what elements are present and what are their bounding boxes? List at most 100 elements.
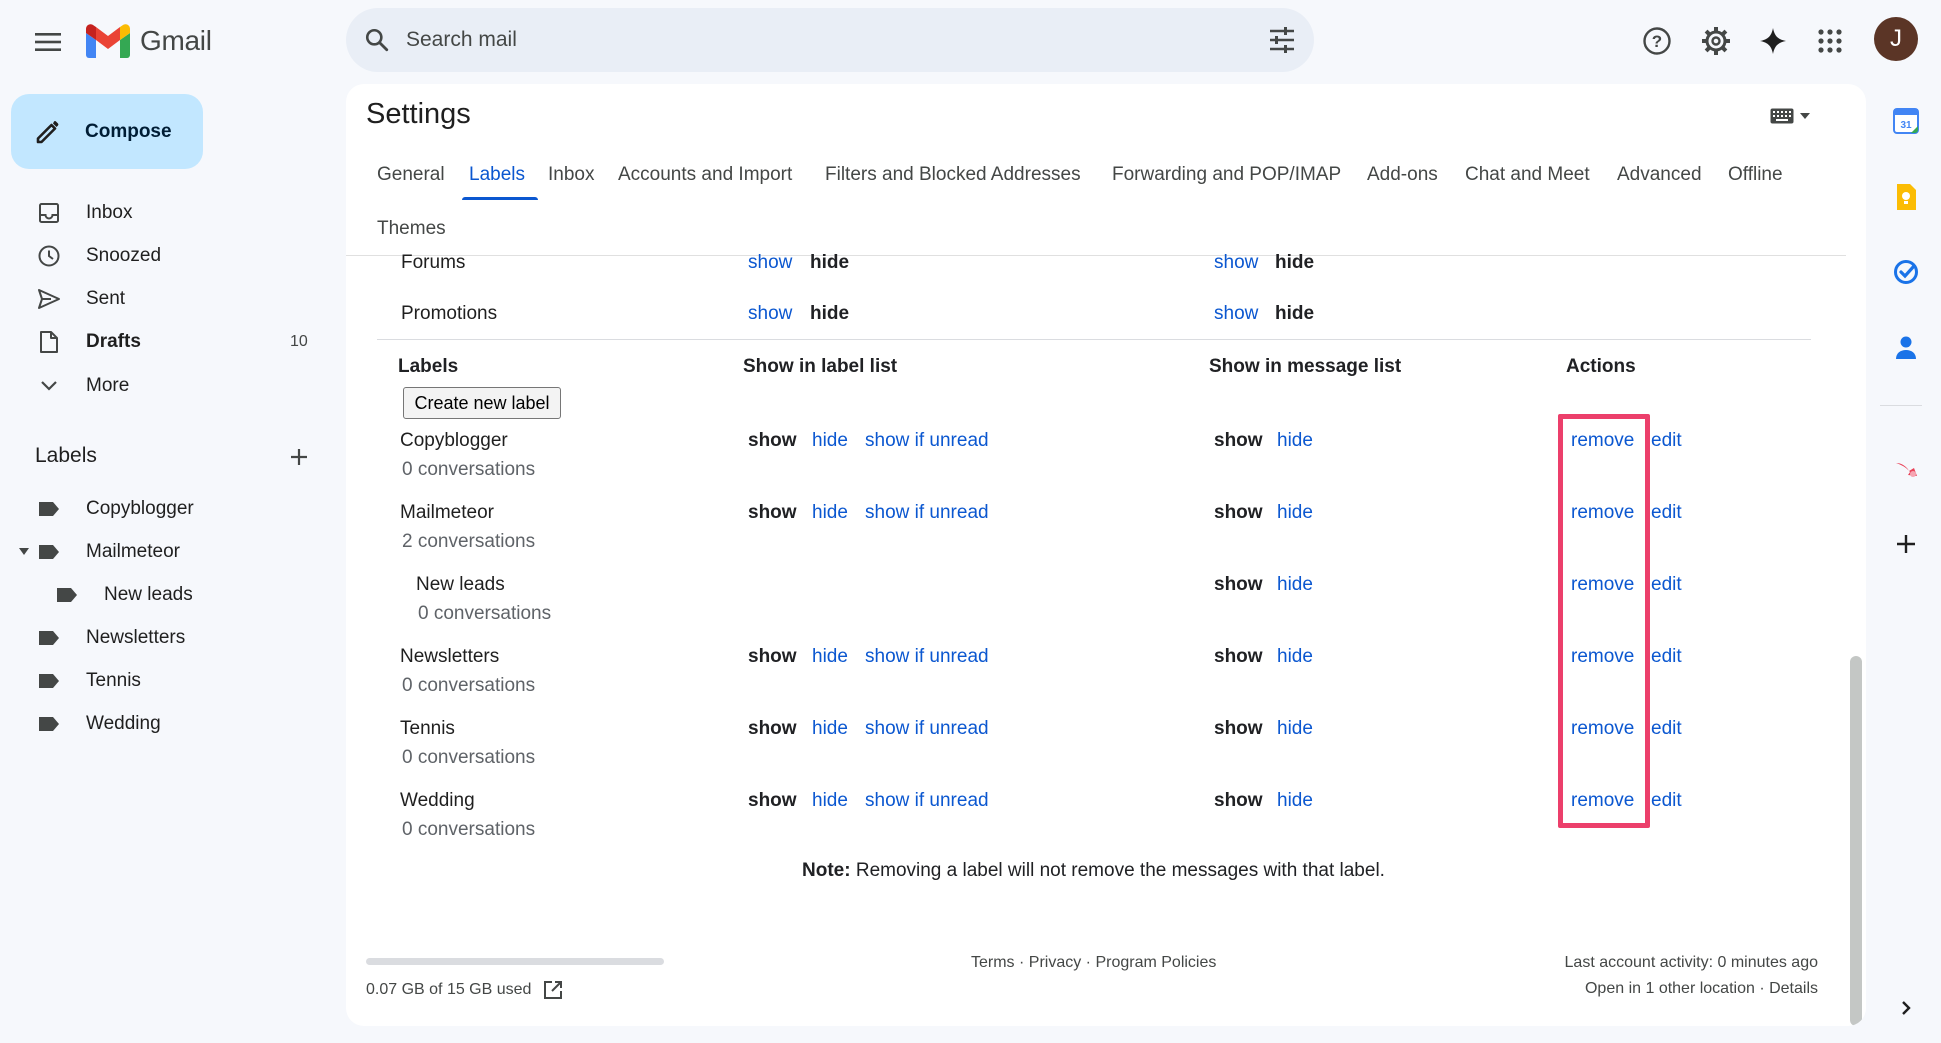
search-bar[interactable] — [346, 8, 1314, 72]
sidebar-label-text: Newsletters — [86, 627, 186, 648]
sidebar-label-new-leads[interactable]: New leads — [0, 575, 330, 615]
edit-label-link[interactable]: edit — [1651, 502, 1682, 524]
main-menu-button[interactable] — [28, 22, 68, 62]
message-list-hide[interactable]: hide — [1277, 574, 1313, 596]
promotions-label-list-show[interactable]: show — [748, 303, 792, 325]
message-list-show: show — [1214, 574, 1263, 595]
svg-text:31: 31 — [1900, 120, 1912, 131]
forums-label-list-show[interactable]: show — [748, 252, 792, 274]
edit-label-link[interactable]: edit — [1651, 790, 1682, 812]
tab-general[interactable]: General — [377, 164, 445, 186]
calendar-app-button[interactable]: 31 — [1888, 103, 1924, 139]
label-list-hide[interactable]: hide — [812, 790, 848, 812]
label-list-hide[interactable]: hide — [812, 718, 848, 740]
label-tag-icon — [39, 545, 59, 559]
label-list-hide[interactable]: hide — [812, 430, 848, 452]
external-link-icon[interactable] — [543, 980, 563, 1000]
nav-item-inbox[interactable]: Inbox — [0, 193, 330, 233]
message-list-hide[interactable]: hide — [1277, 718, 1313, 740]
show-side-panel-button[interactable] — [1888, 990, 1924, 1026]
keep-icon — [1897, 184, 1916, 210]
tasks-app-button[interactable] — [1888, 254, 1924, 290]
tab-accounts-and-import[interactable]: Accounts and Import — [618, 164, 792, 186]
message-list-show: show — [1214, 790, 1263, 811]
remove-column-highlight — [1558, 414, 1650, 828]
tab-filters-and-blocked-addresses[interactable]: Filters and Blocked Addresses — [825, 164, 1081, 186]
tab-add-ons[interactable]: Add-ons — [1367, 164, 1438, 186]
account-avatar[interactable]: J — [1874, 17, 1918, 61]
edit-label-link[interactable]: edit — [1651, 646, 1682, 668]
get-addons-button[interactable] — [1888, 526, 1924, 562]
help-button[interactable]: ? — [1636, 20, 1678, 62]
label-name-mailmeteor: Mailmeteor — [400, 502, 494, 523]
nav-item-label: More — [86, 375, 130, 396]
label-list-hide[interactable]: hide — [812, 502, 848, 524]
tab-labels[interactable]: Labels — [469, 164, 525, 186]
keep-app-button[interactable] — [1888, 179, 1924, 215]
tab-inbox[interactable]: Inbox — [548, 164, 594, 186]
search-icon[interactable] — [364, 27, 390, 53]
scrollbar-thumb[interactable] — [1850, 656, 1862, 1026]
label-list-show-if-unread[interactable]: show if unread — [865, 790, 989, 812]
label-list-show-if-unread[interactable]: show if unread — [865, 430, 989, 452]
contacts-app-button[interactable] — [1888, 330, 1924, 366]
tab-themes[interactable]: Themes — [377, 218, 446, 240]
label-tag-icon — [39, 502, 59, 516]
label-list-show-if-unread[interactable]: show if unread — [865, 646, 989, 668]
sidebar-label-mailmeteor[interactable]: Mailmeteor — [0, 532, 330, 572]
search-input[interactable] — [406, 28, 1268, 52]
nav-item-sent[interactable]: Sent — [0, 279, 330, 319]
label-count-newsletters: 0 conversations — [402, 675, 536, 696]
label-list-show: show — [748, 790, 797, 811]
sidebar-label-wedding[interactable]: Wedding — [0, 704, 330, 744]
nav-item-more[interactable]: More — [0, 366, 330, 406]
label-list-show-if-unread[interactable]: show if unread — [865, 502, 989, 524]
label-list-hide[interactable]: hide — [812, 646, 848, 668]
input-tools-button[interactable] — [1770, 108, 1810, 124]
settings-button[interactable] — [1695, 20, 1737, 62]
create-new-label-button[interactable]: Create new label — [403, 387, 561, 419]
forums-message-list-show[interactable]: show — [1214, 252, 1258, 274]
message-list-hide[interactable]: hide — [1277, 430, 1313, 452]
sidebar-label-copyblogger[interactable]: Copyblogger — [0, 489, 330, 529]
gmail-logo[interactable]: Gmail — [86, 20, 212, 62]
message-list-hide[interactable]: hide — [1277, 646, 1313, 668]
gemini-button[interactable] — [1752, 20, 1794, 62]
footer-links[interactable]: Terms · Privacy · Program Policies — [971, 954, 1216, 972]
gmail-logo-text: Gmail — [140, 25, 212, 56]
edit-label-link[interactable]: edit — [1651, 430, 1682, 452]
draft-icon — [40, 331, 58, 353]
col-header-show-in-label-list: Show in label list — [743, 356, 898, 377]
expand-arrow-icon[interactable] — [19, 548, 29, 556]
google-apps-button[interactable] — [1809, 20, 1851, 62]
category-promotions: Promotions — [401, 303, 498, 324]
message-list-hide[interactable]: hide — [1277, 502, 1313, 524]
sidebar-label-tennis[interactable]: Tennis — [0, 661, 330, 701]
nav-item-drafts[interactable]: Drafts 10 — [0, 322, 330, 362]
message-list-hide[interactable]: hide — [1277, 790, 1313, 812]
addon-icon — [1896, 463, 1917, 477]
label-list-show-if-unread[interactable]: show if unread — [865, 718, 989, 740]
create-label-button[interactable] — [284, 442, 314, 472]
tab-offline[interactable]: Offline — [1728, 164, 1783, 186]
sidebar-label-newsletters[interactable]: Newsletters — [0, 618, 330, 658]
caret-down-icon — [1800, 113, 1810, 119]
message-list-show: show — [1214, 502, 1263, 523]
label-name-copyblogger: Copyblogger — [400, 430, 508, 451]
label-list-show: show — [748, 430, 797, 451]
sidebar-label-text: New leads — [104, 584, 193, 605]
edit-label-link[interactable]: edit — [1651, 718, 1682, 740]
compose-button[interactable]: Compose — [11, 94, 203, 169]
label-count-new-leads: 0 conversations — [418, 603, 552, 624]
nav-item-snoozed[interactable]: Snoozed — [0, 236, 330, 276]
tab-advanced[interactable]: Advanced — [1617, 164, 1702, 186]
edit-label-link[interactable]: edit — [1651, 574, 1682, 596]
tab-forwarding-and-pop-imap[interactable]: Forwarding and POP/IMAP — [1112, 164, 1341, 186]
tab-chat-and-meet[interactable]: Chat and Meet — [1465, 164, 1590, 186]
search-options-icon[interactable] — [1268, 27, 1296, 53]
plus-icon — [291, 449, 307, 465]
addon-app-button[interactable] — [1888, 452, 1924, 488]
pencil-icon — [36, 120, 59, 143]
promotions-message-list-show[interactable]: show — [1214, 303, 1258, 325]
other-location-details[interactable]: Open in 1 other location · Details — [1556, 980, 1818, 998]
